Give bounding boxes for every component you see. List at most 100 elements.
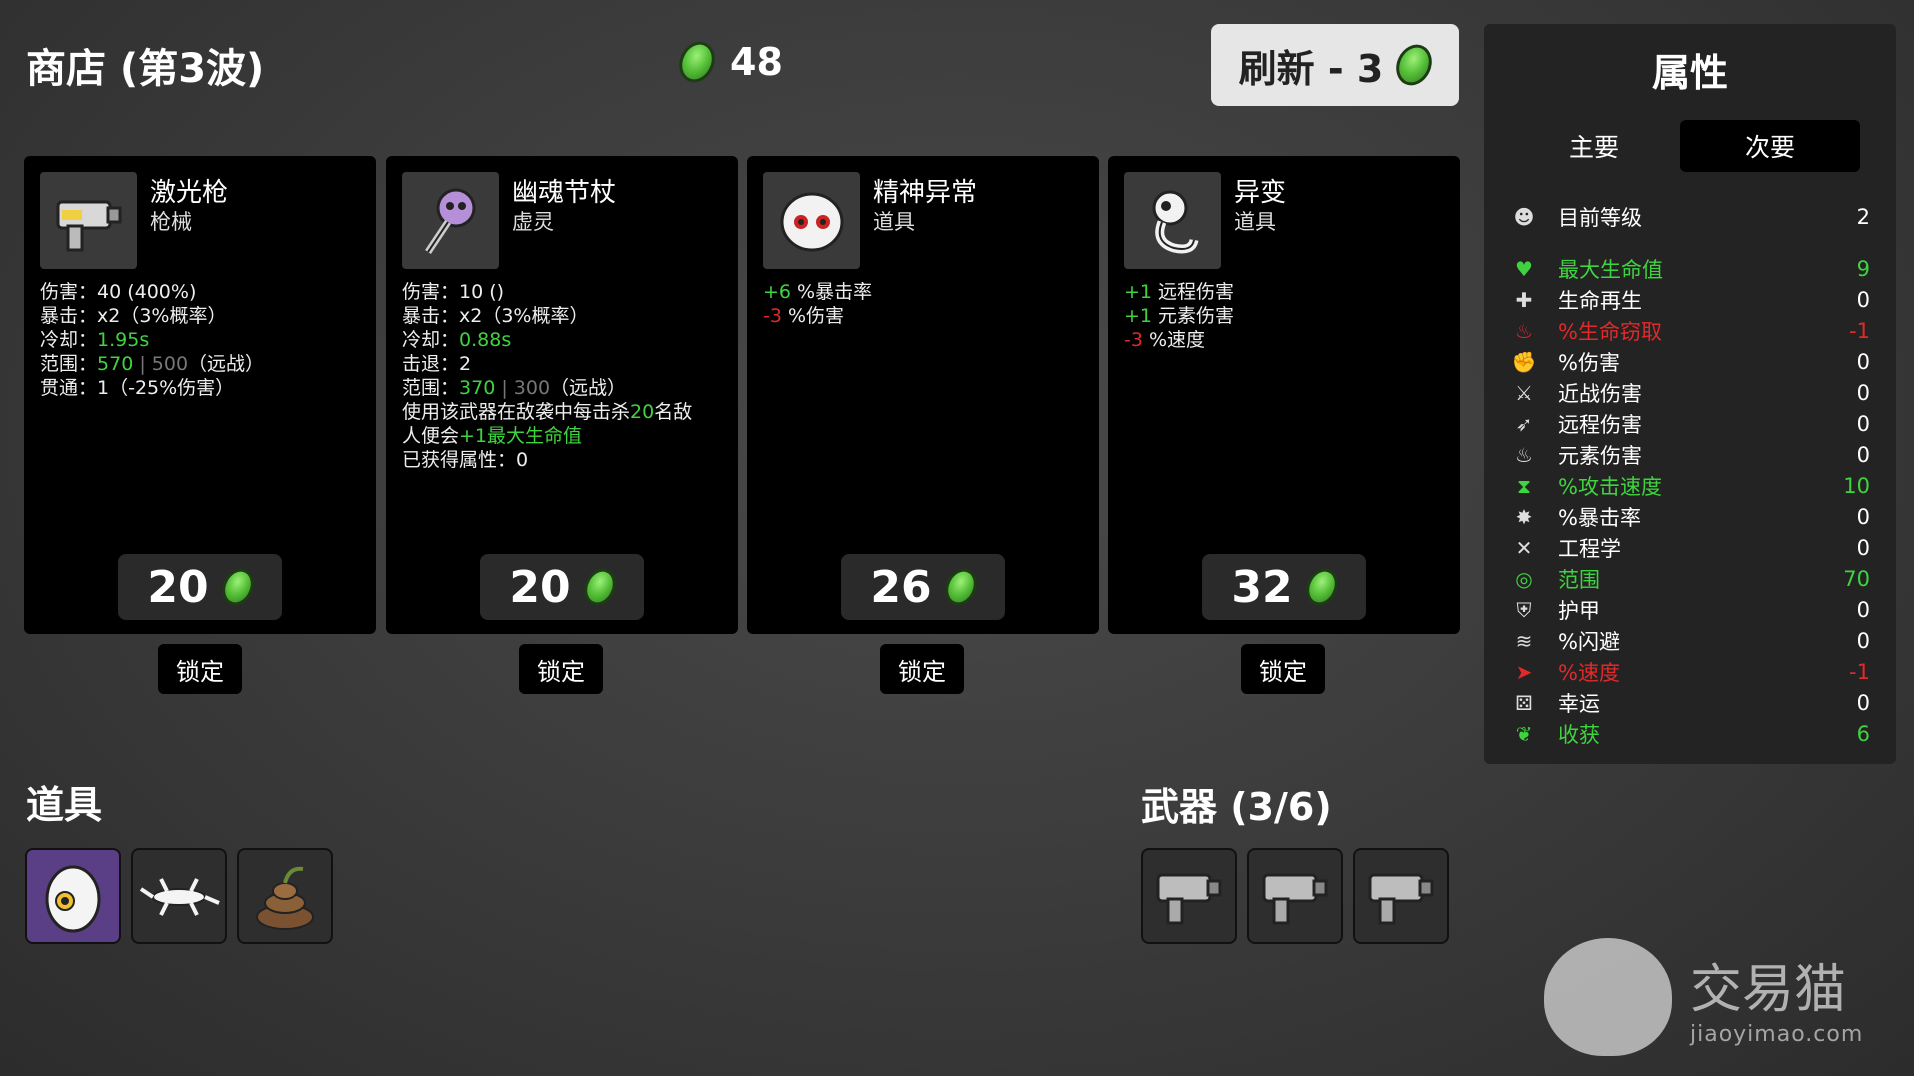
stat-value: 6 — [1856, 722, 1870, 746]
stat-segment: +1 — [1124, 281, 1153, 303]
stat-label: 远程伤害 — [1558, 413, 1642, 437]
stat-value: 0 — [1856, 691, 1870, 715]
card-stats: 伤害：10 () 暴击：x2（3%概率） 冷却：0.88s 击退：2 范围：370 | … — [402, 280, 718, 472]
stat-segment: 范围： — [40, 353, 98, 375]
stat-segment: （远战） — [550, 377, 627, 399]
stat-label: 近战伤害 — [1558, 382, 1642, 406]
stat-row[interactable]: ◎ 范围 70 — [1510, 564, 1870, 594]
stat-label: %生命窃取 — [1558, 320, 1662, 344]
lock-button[interactable]: 锁定 — [1241, 644, 1325, 694]
stat-line: 范围：570 | 500（远战） — [40, 352, 356, 376]
card-stats: 伤害：40 (400%) 暴击：x2（3%概率） 冷却：1.95s 范围：570 | … — [40, 280, 356, 400]
tab-secondary[interactable]: 次要 — [1680, 120, 1860, 172]
price-tag[interactable]: 20 — [118, 554, 282, 620]
tab-primary[interactable]: 主要 — [1504, 120, 1684, 172]
stat-row[interactable]: ⧗ %攻击速度 10 — [1510, 471, 1870, 501]
items-title: 道具 — [26, 783, 103, 827]
stat-label: 元素伤害 — [1558, 444, 1642, 468]
egg-icon[interactable] — [25, 848, 121, 944]
stat-segment: +1最大生命值 — [459, 425, 583, 447]
regen-icon: ✚ — [1515, 288, 1533, 312]
stat-segment: %暴击率 — [791, 281, 873, 303]
attack-speed-icon: ⧗ — [1516, 474, 1532, 498]
material-icon — [577, 563, 622, 611]
price-tag[interactable]: 32 — [1202, 554, 1366, 620]
price-value: 20 — [509, 561, 571, 613]
stat-value: -1 — [1849, 660, 1870, 684]
stat-row[interactable]: ➤ %速度 -1 — [1510, 657, 1870, 687]
stat-segment: 使用该武器在敌袭中每击杀 — [402, 401, 631, 423]
shop-card-laser-gun[interactable]: 激光枪 枪械 伤害：40 (400%) 暴击：x2（3%概率） 冷却：1.95s 范围… — [24, 156, 376, 634]
level-icon: ☻ — [1513, 205, 1535, 229]
stat-line: +6 %暴击率 — [763, 280, 1079, 304]
stat-line: 贯通：1（-25%伤害） — [40, 376, 356, 400]
stat-label: %伤害 — [1558, 351, 1620, 375]
damage-icon: ✊ — [1511, 350, 1537, 374]
stat-segment: +6 — [763, 281, 792, 303]
price-tag[interactable]: 26 — [841, 554, 1005, 620]
stat-segment: 伤害：10 ( — [402, 281, 497, 303]
lizard-icon[interactable] — [131, 848, 227, 944]
laser-gun-icon[interactable] — [1353, 848, 1449, 944]
mask-icon — [763, 172, 860, 269]
elemental-icon: ♨ — [1515, 443, 1533, 467]
stat-row[interactable]: ✚ 生命再生 0 — [1510, 285, 1870, 315]
stat-value: 0 — [1856, 381, 1870, 405]
stat-row[interactable]: ✸ %暴击率 0 — [1510, 502, 1870, 532]
stat-row[interactable]: ≋ %闪避 0 — [1510, 626, 1870, 656]
lock-button[interactable]: 锁定 — [880, 644, 964, 694]
stat-segment: -3 — [763, 305, 782, 327]
poop-icon[interactable] — [237, 848, 333, 944]
stat-row[interactable]: ⛨ 护甲 0 — [1510, 595, 1871, 625]
armor-icon: ⛨ — [1516, 598, 1532, 622]
stat-line: 人便会+1最大生命值 — [402, 424, 718, 448]
material-icon — [1299, 563, 1344, 611]
stat-segment: | 300 — [495, 377, 551, 399]
material-icon — [215, 563, 260, 611]
laser-gun-icon[interactable] — [1247, 848, 1343, 944]
melee-icon: ⚔ — [1515, 381, 1533, 405]
stat-line: 已获得属性：0 — [402, 448, 718, 472]
stat-segment: 远程伤害 — [1152, 281, 1235, 303]
stat-row[interactable]: ⚄ 幸运 0 — [1510, 688, 1870, 718]
stat-value: 10 — [1843, 474, 1870, 498]
stat-line: 范围：370 | 300（远战） — [402, 376, 718, 400]
stat-label: 目前等级 — [1558, 206, 1642, 230]
stat-segment: 20 — [630, 401, 655, 423]
stat-value: 9 — [1856, 257, 1870, 281]
stat-segment: -3 — [1124, 329, 1143, 351]
stat-segment: %速度 — [1142, 329, 1206, 351]
stat-row[interactable]: ♥ 最大生命值 9 — [1510, 254, 1870, 284]
lock-button[interactable]: 锁定 — [519, 644, 603, 694]
stat-segment: 0.88s — [459, 329, 512, 351]
stat-label: %闪避 — [1558, 630, 1620, 654]
stat-row[interactable]: ❦ 收获 6 — [1510, 719, 1870, 749]
stat-row[interactable]: ⚔ 近战伤害 0 — [1510, 378, 1870, 408]
stat-value: 0 — [1856, 536, 1870, 560]
stat-segment: 击退：2 — [402, 353, 472, 375]
stat-segment: 范围： — [402, 377, 460, 399]
stat-row[interactable]: ☻ 目前等级 2 — [1510, 202, 1870, 232]
lock-button[interactable]: 锁定 — [158, 644, 242, 694]
shop-card-ghost-scepter[interactable]: 幽魂节杖 虚灵 伤害：10 () 暴击：x2（3%概率） 冷却：0.88s 击退：2 范… — [386, 156, 738, 634]
stat-row[interactable]: ✕ 工程学 0 — [1510, 533, 1870, 563]
ranged-icon: ➶ — [1515, 412, 1533, 436]
stat-row[interactable]: ➶ 远程伤害 0 — [1510, 409, 1870, 439]
laser-gun-icon — [40, 172, 137, 269]
stat-segment: 370 — [459, 377, 496, 399]
stat-line: -3 %速度 — [1124, 328, 1440, 352]
shop-card-mutation[interactable]: 异变 道具 +1 远程伤害 +1 元素伤害 -3 %速度 32 — [1108, 156, 1460, 634]
stat-row[interactable]: ✊ %伤害 0 — [1510, 347, 1870, 377]
stat-row[interactable]: ♨ 元素伤害 0 — [1510, 440, 1870, 470]
stat-line: -3 %伤害 — [763, 304, 1079, 328]
stat-row[interactable]: ♨ %生命窃取 -1 — [1510, 316, 1870, 346]
stat-label: 护甲 — [1558, 599, 1600, 623]
laser-gun-icon[interactable] — [1141, 848, 1237, 944]
shop-card-mental-disorder[interactable]: 精神异常 道具 +6 %暴击率 -3 %伤害 26 — [747, 156, 1099, 634]
weapons-title: 武器 (3/6) — [1141, 785, 1332, 829]
stat-line: 冷却：0.88s — [402, 328, 718, 352]
card-name: 异变 — [1234, 178, 1287, 208]
refresh-button[interactable]: 刷新 - 3 — [1211, 24, 1459, 106]
price-tag[interactable]: 20 — [480, 554, 644, 620]
materials-value: 48 — [730, 40, 783, 84]
